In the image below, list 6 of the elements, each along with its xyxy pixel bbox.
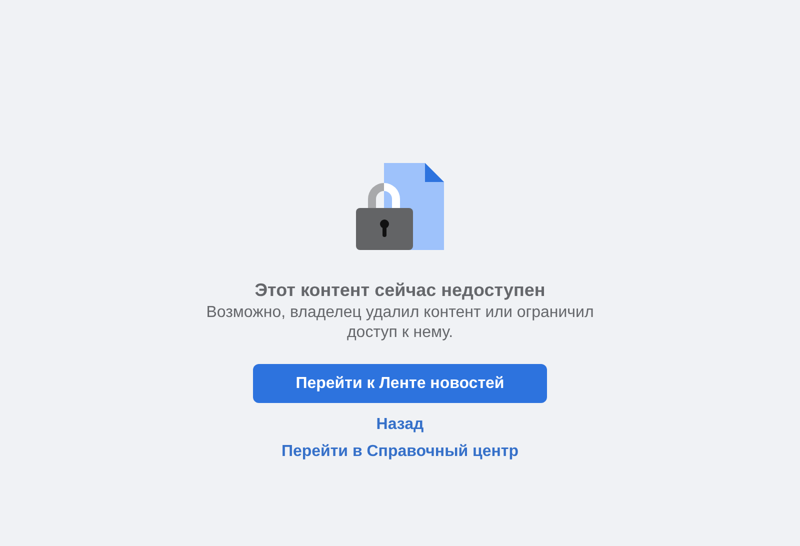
page-title: Этот контент сейчас недоступен	[254, 279, 546, 301]
locked-document-icon	[355, 163, 445, 251]
back-link[interactable]: Назад	[376, 415, 424, 435]
help-center-link[interactable]: Перейти в Справочный центр	[281, 442, 519, 462]
news-feed-button[interactable]: Перейти к Ленте новостей	[253, 364, 547, 403]
message-text: Возможно, владелец удалил контент или ограничил доступ к нему.	[205, 303, 595, 343]
